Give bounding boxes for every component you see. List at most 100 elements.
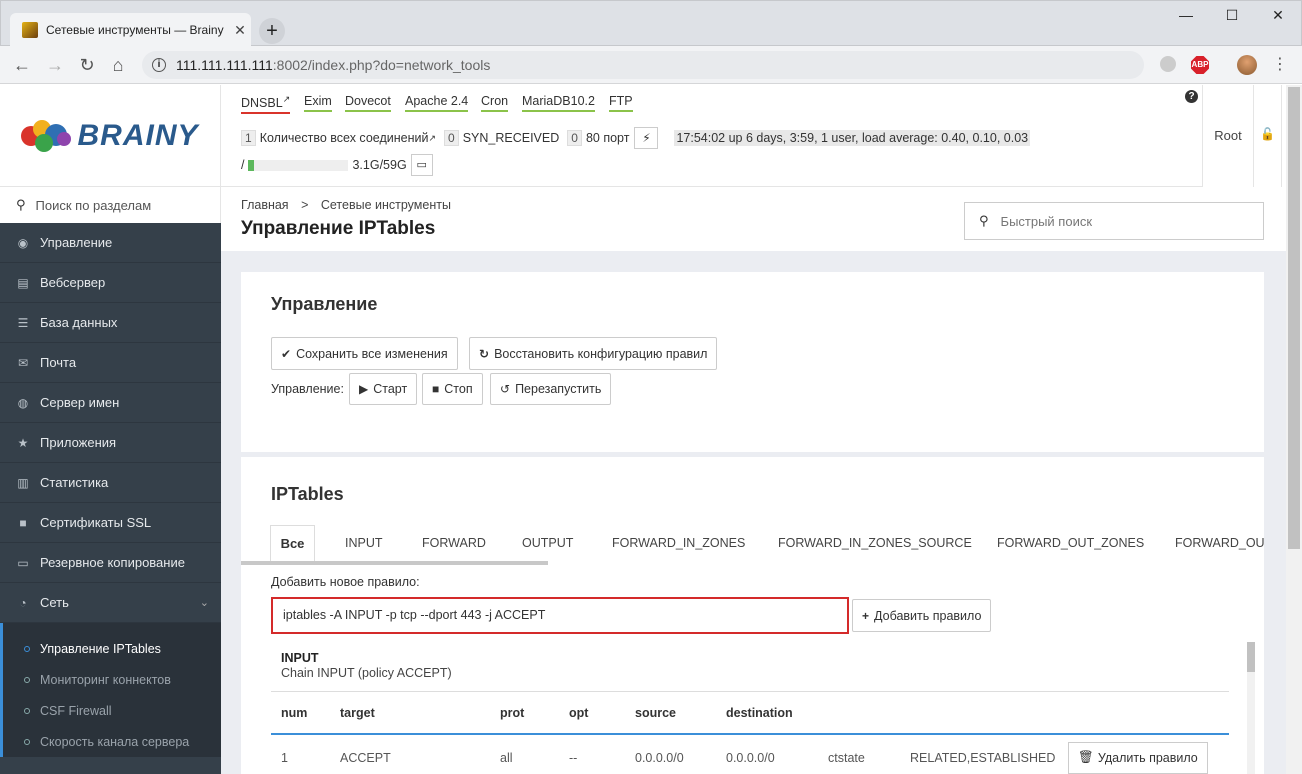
tabs-scrollbar[interactable] <box>241 561 548 565</box>
service-dnsbl[interactable]: DNSBL↗ <box>241 94 291 115</box>
sidebar-item-apps[interactable]: ★ Приложения <box>0 423 221 463</box>
delete-rule-button[interactable]: 🗑 Удалить правило <box>1068 741 1208 774</box>
sidebar-item-label: Приложения <box>40 435 117 450</box>
cell-extra2: RELATED,ESTABLISHED <box>910 750 1056 765</box>
manage-panel: Управление ✔ Сохранить все изменения ↻ Вос… <box>241 272 1264 452</box>
trash-icon: 🗑 <box>1078 750 1094 764</box>
service-exim[interactable]: Exim <box>304 94 332 112</box>
service-cron[interactable]: Cron <box>481 94 509 112</box>
save-all-button[interactable]: ✔ Сохранить все изменения <box>271 337 458 370</box>
logout-lock-icon[interactable]: 🔓 <box>1254 85 1282 187</box>
cell-source: 0.0.0.0/0 <box>635 750 684 765</box>
reload-icon[interactable]: ↻ <box>75 54 99 76</box>
page-scrollbar-thumb[interactable] <box>1288 87 1300 549</box>
subitem-speed[interactable]: Скорость канала сервера <box>3 726 221 757</box>
disk-usage: / 3.1G/59G ▭ <box>241 154 433 176</box>
table-header-row: num target prot opt source destination <box>271 692 1229 734</box>
col-opt: opt <box>569 705 589 720</box>
service-mariadb[interactable]: MariaDB10.2 <box>522 94 595 112</box>
new-tab-button[interactable]: + <box>259 18 285 44</box>
profile-avatar[interactable] <box>1237 55 1257 75</box>
home-icon[interactable]: ⌂ <box>106 54 130 76</box>
stop-button[interactable]: ■ Стоп <box>422 373 483 405</box>
subitem-connections[interactable]: Мониторинг коннектов <box>3 664 221 695</box>
add-rule-button[interactable]: + Добавить правило <box>852 599 992 632</box>
sidebar-item-label: Сервер имен <box>40 395 120 410</box>
tab-all[interactable]: Все <box>270 525 315 562</box>
tab-output[interactable]: OUTPUT <box>522 525 573 561</box>
hdd-icon[interactable]: ▭ <box>410 154 433 176</box>
bullet-icon <box>24 738 30 745</box>
rules-scrollbar[interactable] <box>1247 642 1255 774</box>
quick-search-placeholder: Быстрый поиск <box>1000 213 1093 229</box>
add-rule-input[interactable]: iptables -A INPUT -p tcp --dport 443 -j … <box>271 597 849 634</box>
menu-kebab-icon[interactable]: ⋮ <box>1272 54 1288 74</box>
sidebar-item-label: Почта <box>40 355 77 370</box>
minimize-icon[interactable]: — <box>1171 7 1201 23</box>
cell-destination: 0.0.0.0/0 <box>726 750 775 765</box>
sidebar-item-database[interactable]: ☰ База данных <box>0 303 221 343</box>
restore-config-button[interactable]: ↻ Восстановить конфигурацию правил <box>469 337 718 370</box>
chevron-down-icon: ⌄ <box>199 597 209 609</box>
extension-icon[interactable] <box>1160 56 1176 72</box>
sidebar-item-mail[interactable]: ✉ Почта <box>0 343 221 383</box>
maximize-icon[interactable]: ☐ <box>1217 7 1247 24</box>
connections-label[interactable]: Количество всех соединений <box>260 131 429 145</box>
browser-tab[interactable]: Сетевые инструменты — Brainy ✕ <box>10 13 251 47</box>
network-submenu: Управление IPTables Мониторинг коннектов… <box>0 623 221 757</box>
tab-title: Сетевые инструменты — Brainy <box>46 23 224 37</box>
adblock-icon[interactable]: ABP <box>1191 56 1209 74</box>
lock-icon: ■ <box>19 515 27 530</box>
sidebar-item-stats[interactable]: ▥ Статистика <box>0 463 221 503</box>
mail-icon: ✉ <box>17 355 29 370</box>
sidebar-item-webserver[interactable]: ▤ Вебсервер <box>0 263 221 303</box>
tab-forward-out[interactable]: FORWARD_OUT <box>1175 525 1264 561</box>
subitem-csf[interactable]: CSF Firewall <box>3 695 221 726</box>
start-button[interactable]: ▶ Старт <box>349 373 418 405</box>
close-tab-icon[interactable]: ✕ <box>229 22 251 39</box>
server-status-bar: DNSBL↗ Exim Dovecot Apache 2.4 Cron Mari… <box>221 85 1202 187</box>
subitem-iptables[interactable]: Управление IPTables <box>3 633 221 664</box>
sidebar-item-backup[interactable]: ▭ Резервное копирование <box>0 543 221 583</box>
chain-name: INPUT <box>281 651 319 665</box>
tab-forward-in-zones[interactable]: FORWARD_IN_ZONES <box>612 525 745 561</box>
breadcrumb-home[interactable]: Главная <box>241 198 289 212</box>
sidebar-search[interactable]: ⚲ Поиск по разделам <box>0 187 221 223</box>
tab-forward[interactable]: FORWARD <box>422 525 486 561</box>
star-icon: ★ <box>17 435 29 450</box>
globe-icon: ◍ <box>17 395 29 410</box>
sidebar-item-management[interactable]: ◉ Управление <box>0 223 221 263</box>
quick-search-input[interactable]: ⚲ Быстрый поиск <box>964 202 1264 240</box>
connections-stat: 1 Количество всех соединений ↗ 0 SYN_RECE… <box>241 127 1031 149</box>
bullet-icon <box>24 645 30 652</box>
tab-forward-in-zones-source[interactable]: FORWARD_IN_ZONES_SOURCE <box>778 525 972 561</box>
address-bar[interactable]: i 111.111.111.111:8002/index.php?do=netw… <box>142 51 1144 79</box>
favicon-icon <box>22 22 38 38</box>
close-window-icon[interactable]: ✕ <box>1263 7 1293 24</box>
plus-icon: + <box>862 608 870 623</box>
info-icon[interactable]: i <box>152 58 166 72</box>
service-apache[interactable]: Apache 2.4 <box>405 94 469 112</box>
help-icon[interactable]: ? <box>1185 90 1198 103</box>
service-dovecot[interactable]: Dovecot <box>345 94 391 112</box>
syn-label: SYN_RECEIVED <box>462 131 560 145</box>
back-icon[interactable]: ← <box>10 54 34 76</box>
restart-button[interactable]: ↺ Перезапустить <box>490 373 612 405</box>
port-label: 80 порт <box>585 131 630 145</box>
sidebar-item-network[interactable]: ◔ Сеть ⌄ <box>0 583 221 623</box>
sidebar-item-dns[interactable]: ◍ Сервер имен <box>0 383 221 423</box>
sidebar-item-label: База данных <box>40 315 118 330</box>
service-ftp[interactable]: FTP <box>609 94 633 112</box>
rules-scrollbar-thumb[interactable] <box>1247 642 1255 672</box>
port-count: 0 <box>567 130 582 146</box>
tab-input[interactable]: INPUT <box>345 525 383 561</box>
logo-area[interactable]: BRAINY <box>0 85 221 187</box>
forward-icon[interactable]: → <box>43 54 67 76</box>
plug-icon[interactable]: ⚡ <box>634 127 659 149</box>
disk-progress-bar <box>248 159 349 171</box>
tab-forward-out-zones[interactable]: FORWARD_OUT_ZONES <box>997 525 1144 561</box>
page-title: Управление IPTables <box>241 218 436 239</box>
sidebar-item-ssl[interactable]: ■ Сертификаты SSL <box>0 503 221 543</box>
check-icon: ✔ <box>281 346 292 361</box>
user-menu[interactable]: Root <box>1202 85 1254 187</box>
